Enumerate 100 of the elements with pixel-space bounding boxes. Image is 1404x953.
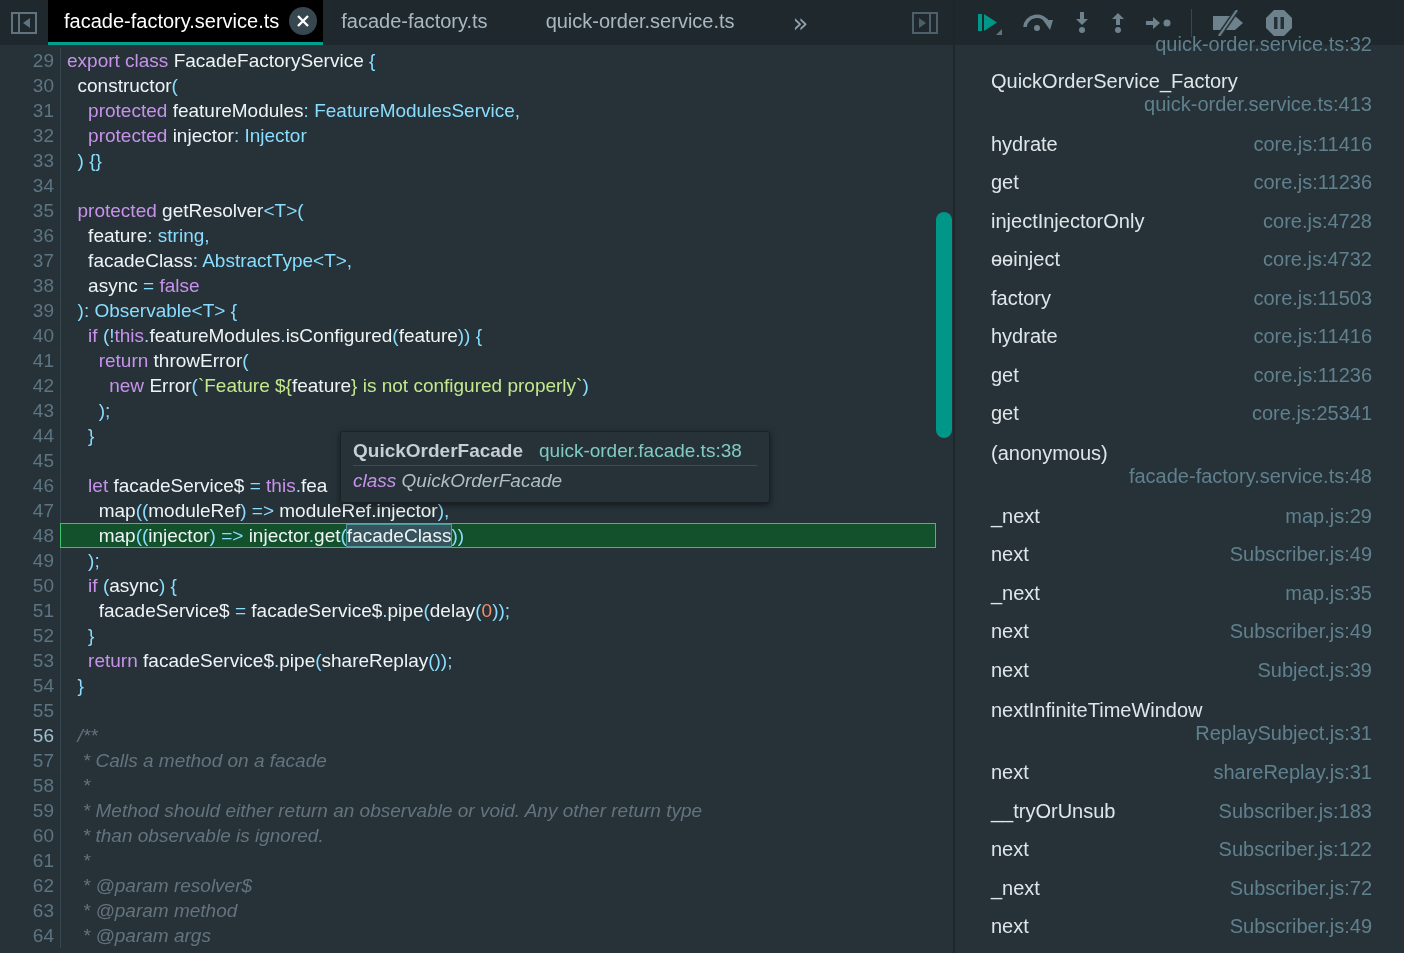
line-number: 52	[31, 624, 55, 647]
code-line: );	[87, 549, 100, 572]
line-number: 29	[31, 49, 55, 72]
line-number: 32	[31, 124, 55, 147]
code-line: *	[81, 849, 91, 872]
call-stack-frame[interactable]: hydrate core.js:11416	[991, 125, 1372, 164]
code-line: * than observable is ignored.	[81, 824, 324, 847]
line-number: 36	[31, 224, 55, 247]
code-line: protected injector: Injector	[87, 124, 307, 147]
code-line: export class FacadeFactoryService {	[67, 49, 376, 72]
call-stack-frame[interactable]: __tryOrUnsub Subscriber.js:183	[991, 792, 1372, 831]
line-number: 42	[31, 374, 55, 397]
line-number: 41	[31, 349, 55, 372]
line-number: 53	[31, 649, 55, 672]
code-line: map((moduleRef) => moduleRef.injector),	[97, 499, 450, 522]
call-stack-frame[interactable]: _next map.js:35	[991, 574, 1372, 613]
tab-label[interactable]: quick-order.service.ts	[545, 9, 735, 33]
call-stack-frame[interactable]: _next map.js:29	[991, 497, 1372, 536]
call-stack-frame[interactable]: _next Subscriber.js:72	[991, 869, 1372, 908]
code-line: feature: string,	[87, 224, 210, 247]
editor-tab[interactable]: quick-order.service.ts	[527, 0, 775, 45]
code-line: if (async) {	[87, 574, 177, 597]
call-stack-frame[interactable]: ɵɵinject core.js:4732	[991, 240, 1372, 279]
source-link[interactable]: quick-order.facade.ts:38	[539, 440, 742, 462]
call-stack-frame[interactable]: nextInfiniteTimeWindow ReplaySubject.js:31	[991, 689, 1372, 754]
line-number: 56	[31, 724, 55, 747]
editor-tab[interactable]: facade-factory.ts	[323, 0, 528, 45]
code-line: return facadeService$.pipe(shareReplay());	[87, 649, 453, 672]
line-number: 34	[31, 174, 55, 197]
code-line: protected getResolver<T>(	[76, 199, 304, 222]
line-number: 33	[31, 149, 55, 172]
line-number: 30	[31, 74, 55, 97]
code-line: *	[81, 774, 91, 797]
line-number: 54	[31, 674, 55, 697]
line-number: 59	[31, 799, 55, 822]
code-line: }	[87, 624, 95, 647]
code-line: async = false	[87, 274, 200, 297]
code-line: );	[97, 399, 111, 422]
tab-label[interactable]: facade-factory.service.ts	[64, 9, 280, 33]
code-line: ) {}	[76, 149, 102, 172]
call-stack-frame[interactable]: get core.js:25341	[991, 394, 1372, 433]
line-number: 63	[31, 899, 55, 922]
code-line: facadeService$ = facadeService$.pipe(delay(0));	[97, 599, 511, 622]
code-line: return throwError(	[97, 349, 249, 372]
line-number: 39	[31, 299, 55, 322]
code-line: /**	[75, 724, 98, 747]
call-stack-frame[interactable]: hydrate core.js:11416	[991, 317, 1372, 356]
code-line: facadeClass: AbstractType<T>,	[87, 249, 353, 272]
line-number: 50	[31, 574, 55, 597]
tab-label[interactable]: facade-factory.ts	[341, 9, 488, 33]
line-number: 43	[31, 399, 55, 422]
close-icon[interactable]	[289, 7, 318, 35]
call-stack-frame[interactable]: next Subscriber.js:122	[991, 830, 1372, 869]
scrollbar[interactable]	[936, 212, 952, 438]
line-number: 60	[31, 824, 55, 847]
code-line: }	[76, 674, 84, 697]
code-line: * Calls a method on a facade	[81, 749, 327, 772]
call-stack-frame[interactable]: (anonymous) facade-factory.service.ts:48	[991, 433, 1372, 497]
code-line: new Error(`Feature ${feature} is not configured properly`)	[108, 374, 589, 397]
line-number: 47	[31, 499, 55, 522]
line-number: 61	[31, 849, 55, 872]
line-number: 58	[31, 774, 55, 797]
line-number: 38	[31, 274, 55, 297]
line-number: 48	[31, 524, 55, 547]
code-line: * @param method	[81, 899, 238, 922]
line-number: 57	[31, 749, 55, 772]
line-number: 49	[31, 549, 55, 572]
line-number: 62	[31, 874, 55, 897]
code-line: * Method should either return an observable or void. Any other return type	[81, 799, 703, 822]
call-stack-frame[interactable]: next Subscriber.js:49	[991, 907, 1372, 946]
line-number: 40	[31, 324, 55, 347]
call-stack-frame[interactable]: injectInjectorOnly core.js:4728	[991, 202, 1372, 241]
code-line: * @param args	[81, 924, 211, 947]
call-stack-frame[interactable]: get core.js:11236	[991, 163, 1372, 202]
call-stack-frame[interactable]: get core.js:11236	[991, 356, 1372, 395]
call-stack-frame[interactable]: next shareReplay.js:31	[991, 753, 1372, 792]
call-stack-frame[interactable]: QuickOrderService_Factory quick-order.service.ts:413	[991, 61, 1372, 125]
line-number: 46	[31, 474, 55, 497]
tab-overflow-button[interactable]: »	[782, 0, 819, 45]
line-number: 55	[31, 699, 55, 722]
call-stack-frame[interactable]: factory core.js:11503	[991, 279, 1372, 318]
code-line: ): Observable<T> {	[76, 299, 238, 322]
call-stack-frame[interactable]: next Subject.js:39	[991, 651, 1372, 690]
line-number: 37	[31, 249, 55, 272]
call-stack-frame[interactable]: next Subscriber.js:49	[991, 612, 1372, 651]
code-line: * @param resolver$	[81, 874, 253, 897]
code-line: protected featureModules: FeatureModulesService,	[87, 99, 521, 122]
editor-tab[interactable]: facade-factory.service.ts	[48, 0, 324, 45]
code-line: constructor(	[76, 74, 178, 97]
line-number: 64	[31, 924, 55, 947]
line-number: 44	[31, 424, 55, 447]
call-stack-frame[interactable]: next Subscriber.js:49	[991, 535, 1372, 574]
frame-location: quick-order.service.ts:32	[1155, 32, 1372, 56]
code-line: }	[87, 424, 95, 447]
code-line: let facadeService$ = this.fea	[87, 474, 328, 497]
tooltip-signature: class QuickOrderFacade	[353, 470, 564, 492]
tooltip-title: QuickOrderFacade	[353, 440, 524, 462]
line-number: 45	[31, 449, 55, 472]
line-number: 31	[31, 99, 55, 122]
line-number: 35	[31, 199, 55, 222]
